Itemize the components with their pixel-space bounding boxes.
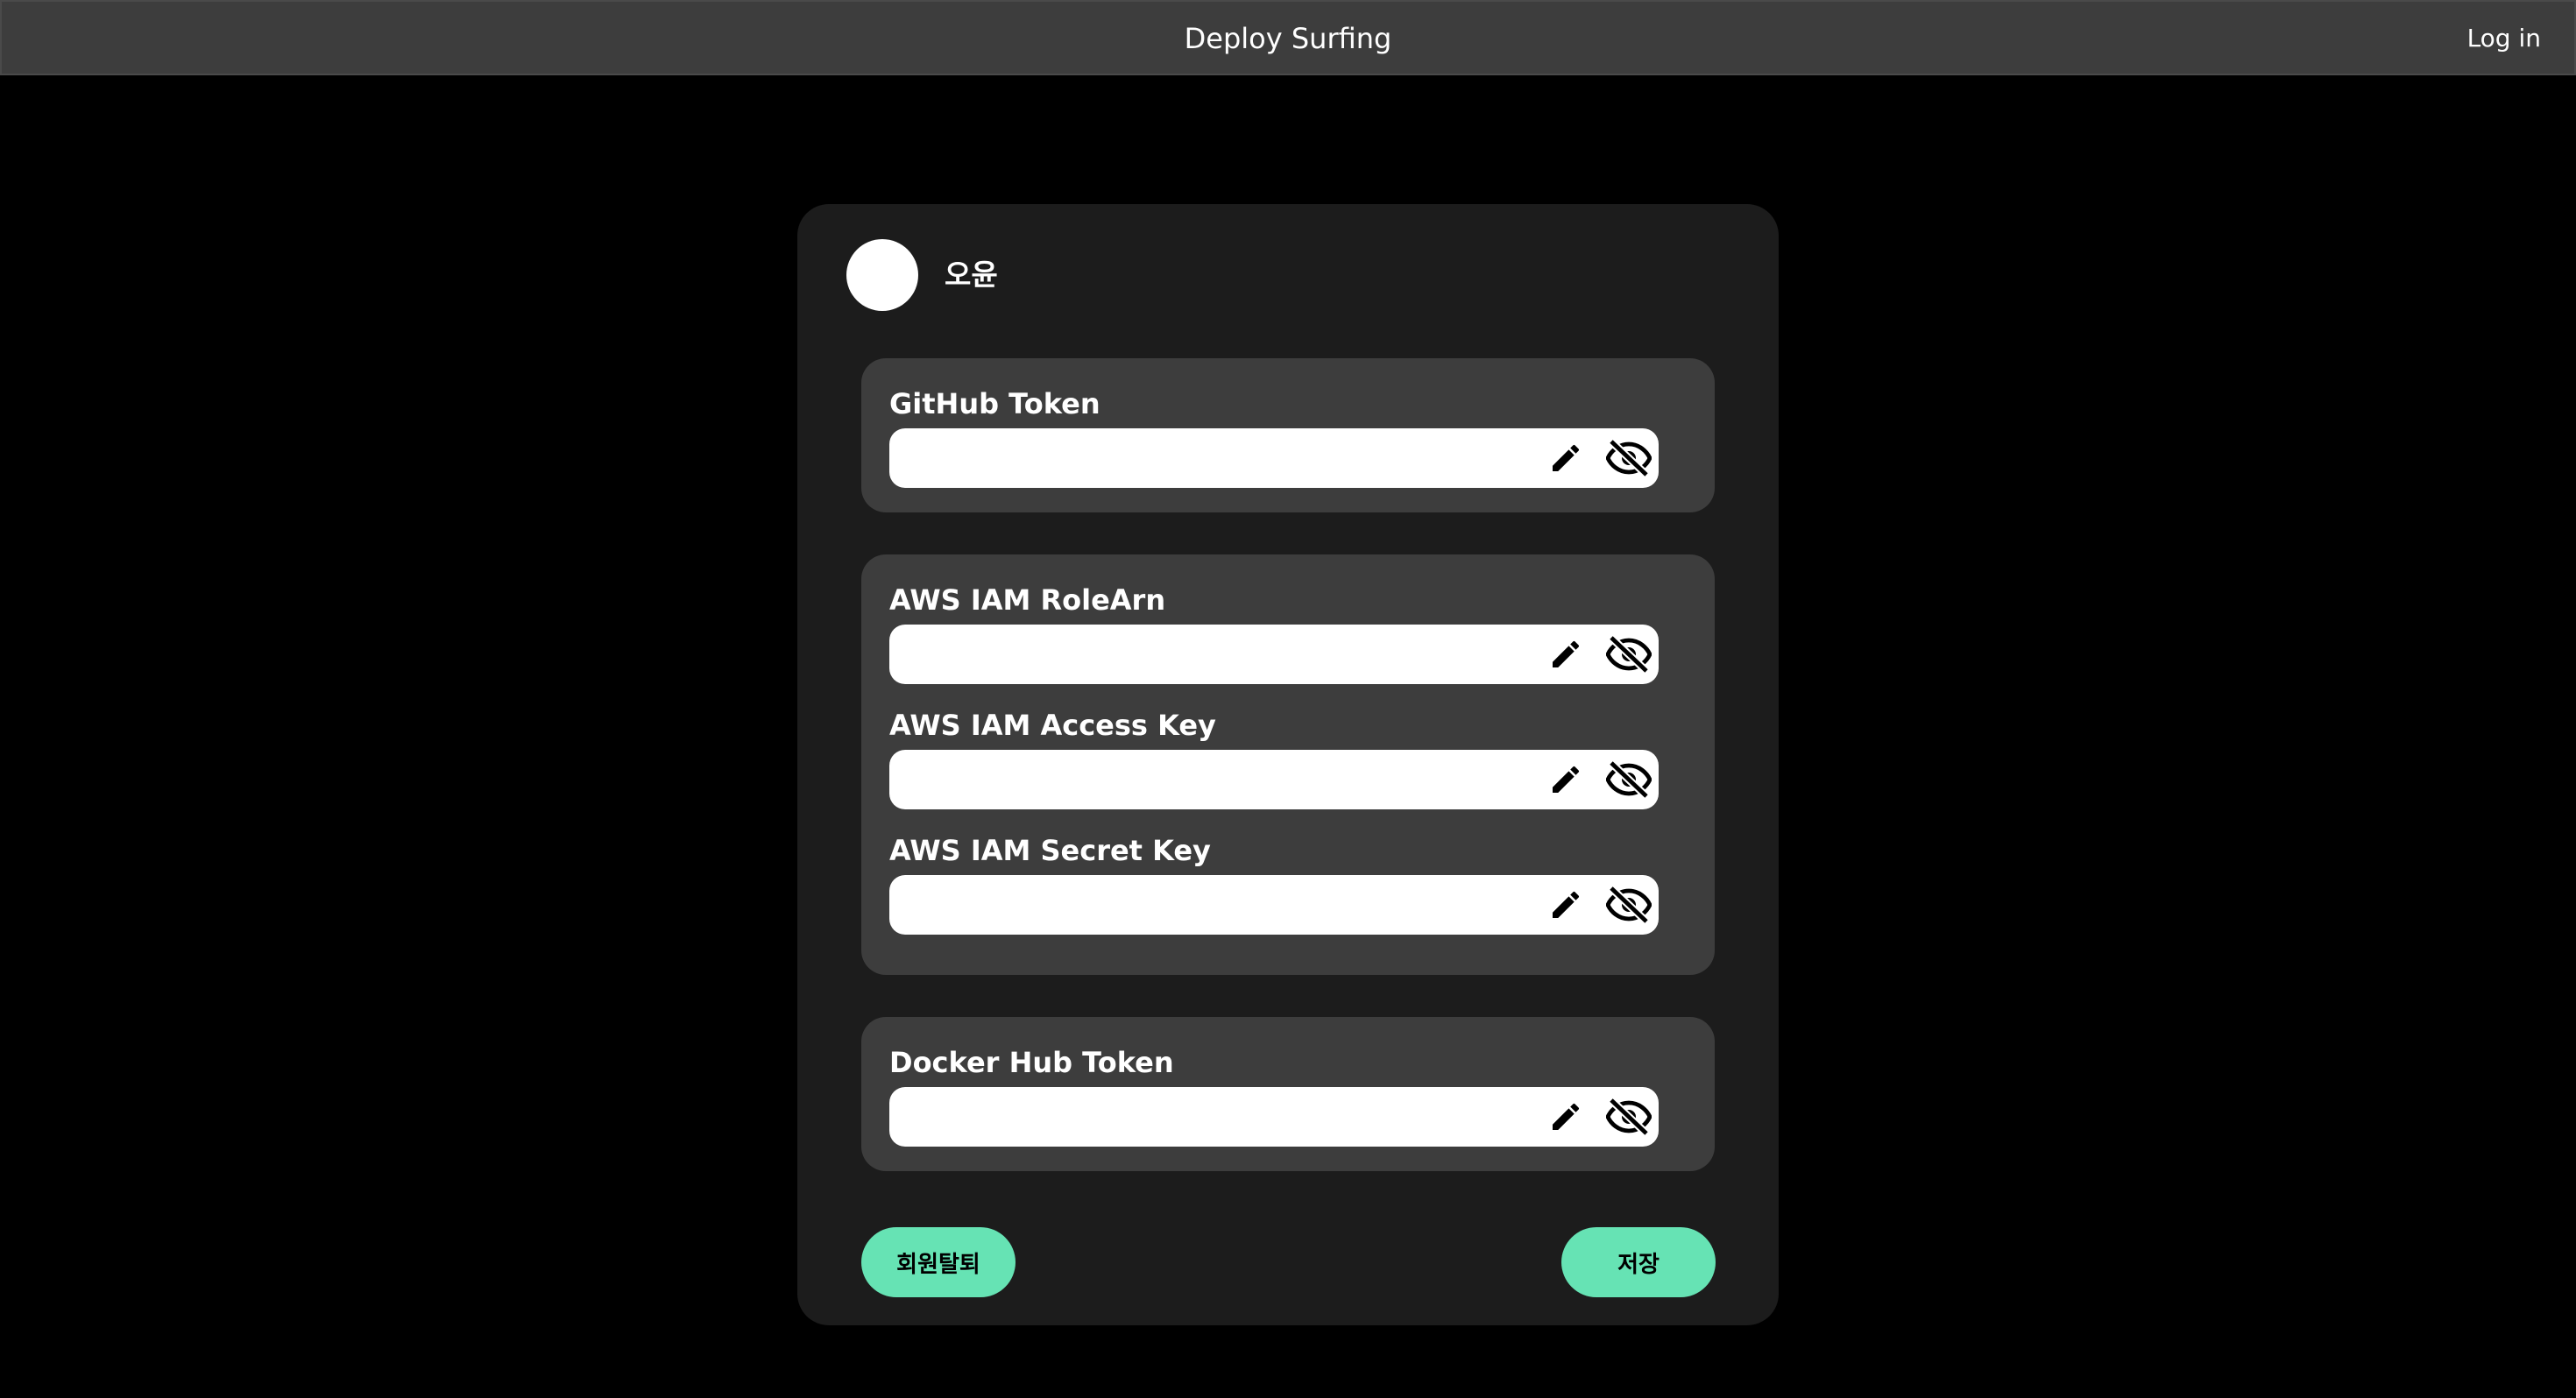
github-token-label: GitHub Token bbox=[889, 387, 1100, 420]
pencil-icon[interactable] bbox=[1546, 1098, 1585, 1136]
docker-token-field: Docker Hub Token bbox=[889, 1043, 1659, 1147]
eye-off-icon[interactable] bbox=[1604, 760, 1653, 799]
aws-secret-key-label: AWS IAM Secret Key bbox=[889, 834, 1211, 867]
docker-token-input[interactable] bbox=[907, 1096, 1538, 1138]
pencil-icon[interactable] bbox=[1546, 439, 1585, 477]
eye-off-icon[interactable] bbox=[1604, 1098, 1653, 1136]
aws-rolearn-field: AWS IAM RoleArn bbox=[889, 581, 1659, 684]
eye-off-icon[interactable] bbox=[1604, 635, 1653, 674]
aws-secret-key-field: AWS IAM Secret Key bbox=[889, 831, 1659, 935]
aws-secret-key-input-box bbox=[889, 875, 1659, 935]
aws-section: AWS IAM RoleArn AWS IAM Access Key AWS I… bbox=[861, 554, 1715, 975]
aws-access-key-input-box bbox=[889, 750, 1659, 809]
docker-section: Docker Hub Token bbox=[861, 1017, 1715, 1171]
pencil-icon[interactable] bbox=[1546, 760, 1585, 799]
pencil-icon[interactable] bbox=[1546, 635, 1585, 674]
login-link[interactable]: Log in bbox=[2467, 21, 2541, 56]
docker-token-label: Docker Hub Token bbox=[889, 1046, 1174, 1079]
avatar bbox=[846, 239, 918, 311]
top-bar: Deploy Surfing Log in bbox=[0, 0, 2576, 75]
aws-rolearn-label: AWS IAM RoleArn bbox=[889, 583, 1166, 617]
github-section: GitHub Token bbox=[861, 358, 1715, 512]
pencil-icon[interactable] bbox=[1546, 886, 1585, 924]
username: 오윤 bbox=[945, 258, 998, 292]
github-token-input-box bbox=[889, 428, 1659, 488]
aws-rolearn-input[interactable] bbox=[907, 633, 1538, 675]
docker-token-input-box bbox=[889, 1087, 1659, 1147]
github-token-field: GitHub Token bbox=[889, 385, 1659, 488]
aws-access-key-field: AWS IAM Access Key bbox=[889, 706, 1659, 809]
aws-access-key-input[interactable] bbox=[907, 759, 1538, 801]
save-button[interactable]: 저장 bbox=[1561, 1227, 1716, 1297]
eye-off-icon[interactable] bbox=[1604, 886, 1653, 924]
app-title: Deploy Surfing bbox=[1184, 22, 1392, 55]
profile-card: 오윤 GitHub Token AWS IAM RoleArn AWS IAM … bbox=[797, 204, 1779, 1325]
eye-off-icon[interactable] bbox=[1604, 439, 1653, 477]
aws-secret-key-input[interactable] bbox=[907, 884, 1538, 926]
github-token-input[interactable] bbox=[907, 437, 1538, 479]
withdraw-button[interactable]: 회원탈퇴 bbox=[861, 1227, 1016, 1297]
aws-access-key-label: AWS IAM Access Key bbox=[889, 709, 1216, 742]
aws-rolearn-input-box bbox=[889, 625, 1659, 684]
